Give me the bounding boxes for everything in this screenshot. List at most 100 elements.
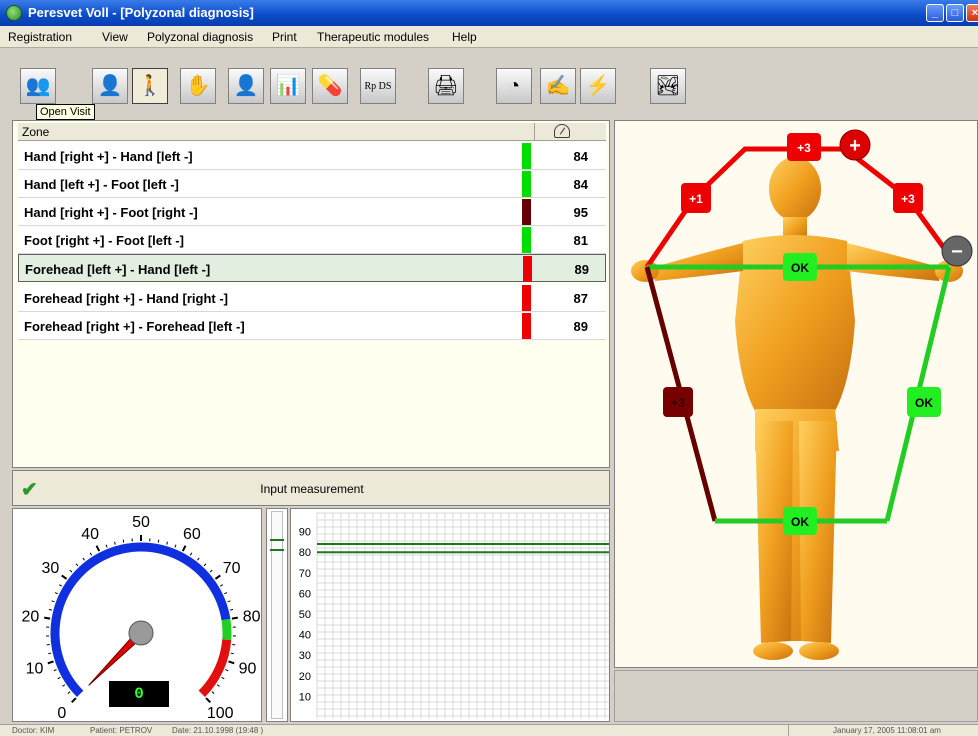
- graph-ytick-label: 30: [299, 650, 311, 662]
- svg-text:+1: +1: [689, 192, 703, 206]
- gauge-tick: [70, 697, 77, 704]
- gauge-tick: [216, 684, 220, 687]
- chart-icon: 📊: [275, 75, 301, 97]
- gauge-tick: [228, 660, 235, 665]
- printer-button[interactable]: 🖨: [428, 68, 464, 104]
- lightning-button[interactable]: ⚡: [580, 68, 616, 104]
- gauge-tick-label: 100: [207, 705, 234, 722]
- tooltip: Open Visit: [36, 104, 95, 120]
- graph-ytick-label: 80: [299, 547, 311, 559]
- zone-row[interactable]: Hand [right +] - Foot [right -] 95: [18, 198, 606, 226]
- landscape-button[interactable]: 🏞: [650, 68, 686, 104]
- patient-button[interactable]: 👤: [92, 68, 128, 104]
- minus-electrode-icon: −: [941, 235, 973, 267]
- svg-text:OK: OK: [791, 515, 809, 529]
- close-button[interactable]: ×: [966, 4, 978, 22]
- zone-status-bar: [522, 285, 531, 311]
- window-title: Peresvet Voll - [Polyzonal diagnosis]: [28, 5, 254, 20]
- gauge-tick: [227, 600, 231, 603]
- prescription-button[interactable]: Rp DS: [360, 68, 396, 104]
- graph-ytick-label: 10: [299, 691, 311, 703]
- gauge-button[interactable]: ◔: [496, 68, 532, 104]
- menu-view[interactable]: View: [102, 30, 128, 44]
- zone-value: 84: [573, 149, 588, 164]
- gauge-tick: [214, 574, 221, 580]
- maximize-button[interactable]: □: [946, 4, 964, 22]
- zone-name: Forehead [left +] - Hand [left -]: [25, 262, 211, 277]
- open-visit-button[interactable]: 👥: [20, 68, 56, 104]
- zone-name: Hand [right +] - Foot [right -]: [24, 205, 198, 220]
- graph-ytick-label: 50: [299, 609, 311, 621]
- gauge-tick: [67, 691, 71, 694]
- menu-help[interactable]: Help: [452, 30, 477, 44]
- figure-button[interactable]: 🚶: [132, 68, 168, 104]
- level-marker: [270, 539, 284, 541]
- badge-right-side: OK: [907, 387, 941, 417]
- body-panel-footer: [614, 670, 978, 722]
- zone-row[interactable]: Forehead [right +] - Forehead [left -] 89: [18, 312, 606, 340]
- gauge-tick: [53, 669, 57, 672]
- status-datetime-box: January 17, 2005 11:08:01 am: [788, 725, 978, 736]
- app-icon: [6, 5, 22, 21]
- gauge-tick: [229, 608, 234, 611]
- gauge-tick: [48, 608, 53, 611]
- zone-row[interactable]: Hand [left +] - Foot [left -] 84: [18, 170, 606, 198]
- zone-name: Forehead [right +] - Forehead [left -]: [24, 319, 245, 334]
- patient-icon: 👤: [97, 75, 123, 97]
- gauge-tick: [62, 684, 66, 687]
- status-doctor: Doctor: KIM: [12, 726, 55, 735]
- hand-button[interactable]: ✋: [180, 68, 216, 104]
- chart-button[interactable]: 📊: [270, 68, 306, 104]
- head-profile-button[interactable]: 👤: [228, 68, 264, 104]
- body-diagram-panel: +3 +1 +3 OK +3 OK OK + −: [614, 120, 978, 668]
- printer-icon: 🖨: [433, 75, 459, 97]
- lightning-icon: ⚡: [585, 75, 611, 97]
- gauge-tick: [54, 592, 58, 595]
- gauge-tick-label: 60: [183, 526, 201, 543]
- pharmacy-button[interactable]: 💊: [312, 68, 348, 104]
- status-date: Date: 21.10.1998 (19:48 ): [172, 726, 264, 735]
- column-divider: [534, 123, 535, 141]
- gauge-tick: [95, 545, 101, 552]
- open-visit-icon: 👥: [25, 75, 51, 97]
- graph-ytick-label: 20: [299, 671, 311, 683]
- gauge-tick-label: 90: [239, 661, 257, 678]
- column-zone: Zone: [22, 125, 50, 139]
- svg-text:+: +: [849, 135, 861, 157]
- landscape-icon: 🏞: [655, 75, 681, 97]
- graph-ytick-label: 90: [299, 527, 311, 539]
- menu-bar: Registration View Polyzonal diagnosis Pr…: [0, 26, 978, 48]
- zone-status-bar: [522, 171, 531, 197]
- gauge-tick: [203, 563, 207, 567]
- zone-row[interactable]: Foot [right +] - Foot [left -] 81: [18, 226, 606, 254]
- gauge-tick: [174, 544, 177, 548]
- gauge-tick: [48, 652, 52, 655]
- badge-upper-left: +1: [681, 183, 711, 213]
- hand-icon: ✋: [185, 75, 211, 97]
- zone-row[interactable]: Forehead [left +] - Hand [left -] 89: [18, 254, 606, 282]
- prescription-icon: Rp DS: [364, 80, 392, 92]
- title-bar: Peresvet Voll - [Polyzonal diagnosis] _ …: [0, 0, 978, 26]
- input-measurement-button[interactable]: ✔ Input measurement: [12, 470, 610, 506]
- zone-row[interactable]: Forehead [right +] - Hand [right -] 87: [18, 284, 606, 312]
- badge-top: +3: [787, 133, 821, 161]
- menu-therapeutic-modules[interactable]: Therapeutic modules: [317, 30, 429, 44]
- menu-polyzonal-diagnosis[interactable]: Polyzonal diagnosis: [147, 30, 253, 44]
- gauge-tick: [105, 544, 108, 548]
- gauge-tick: [44, 616, 51, 620]
- graph-ytick-label: 60: [299, 588, 311, 600]
- gauge-tick: [69, 569, 73, 573]
- svg-text:+3: +3: [671, 396, 685, 410]
- svg-text:OK: OK: [791, 261, 809, 275]
- menu-print[interactable]: Print: [272, 30, 297, 44]
- acupuncture-button[interactable]: ✍: [540, 68, 576, 104]
- gauge-tick: [225, 669, 229, 672]
- badge-upper-right: +3: [893, 183, 923, 213]
- gauge-tick-label: 50: [132, 514, 150, 531]
- minimize-button[interactable]: _: [926, 4, 944, 22]
- gauge-tick: [89, 552, 93, 556]
- badge-bottom: OK: [783, 507, 817, 535]
- zone-row[interactable]: Hand [right +] - Hand [left -] 84: [18, 142, 606, 170]
- gauge-dial: 0 10 20 30 40 50 60 70 80 90 100 0: [12, 508, 262, 722]
- menu-registration[interactable]: Registration: [8, 30, 72, 44]
